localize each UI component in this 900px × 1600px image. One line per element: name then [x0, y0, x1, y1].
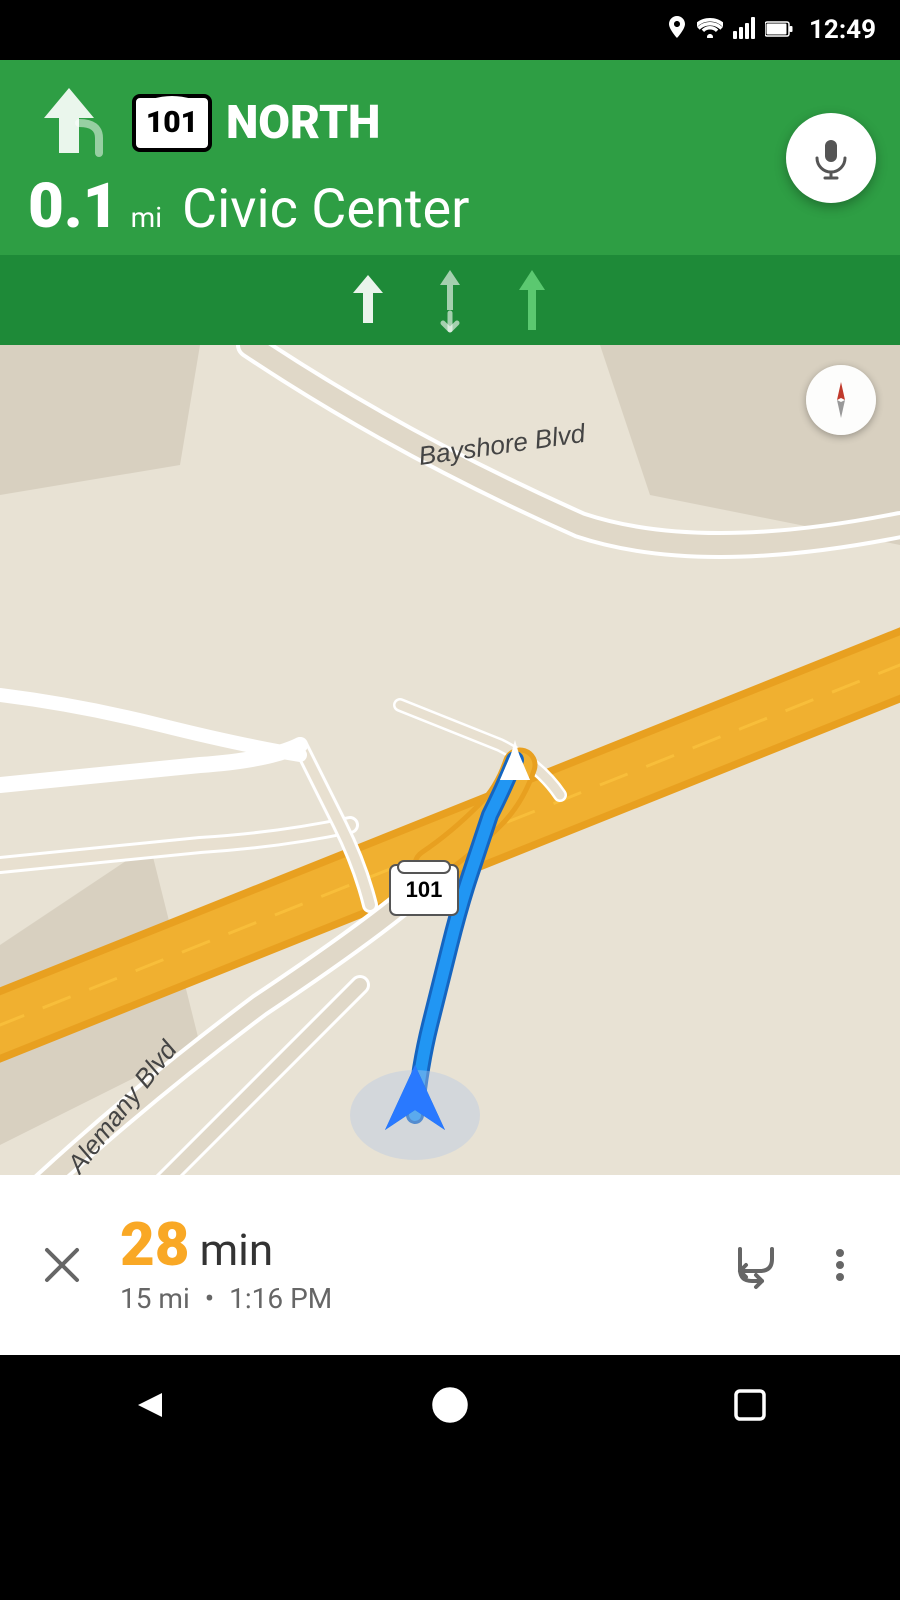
mic-button[interactable]	[786, 113, 876, 203]
close-icon	[41, 1244, 83, 1286]
time-display: 12:49	[809, 15, 876, 45]
nav-header: 101 NORTH 0.1 mi Civic Center	[0, 60, 900, 255]
location-pin-icon	[667, 16, 687, 45]
map-area[interactable]: 101 Bayshore Blvd Alemany Blvd Peralta	[0, 345, 900, 1175]
route-direction: NORTH	[226, 96, 380, 150]
eta-arrival: 1:16 PM	[229, 1282, 332, 1315]
map-svg: 101 Bayshore Blvd Alemany Blvd Peralta	[0, 345, 900, 1175]
eta-info: 28 min 15 mi • 1:16 PM	[120, 1215, 728, 1315]
turn-arrow-icon	[24, 78, 114, 168]
distance-number: 0.1	[28, 176, 119, 238]
more-options-button[interactable]	[812, 1237, 868, 1293]
eta-details: 15 mi • 1:16 PM	[120, 1282, 728, 1315]
bottom-panel: 28 min 15 mi • 1:16 PM	[0, 1175, 900, 1355]
lane-guidance	[0, 255, 900, 345]
compass-button[interactable]	[806, 365, 876, 435]
back-button[interactable]	[120, 1375, 180, 1435]
lane-left-turn-icon	[343, 265, 393, 335]
lane-left-straight-icon	[425, 265, 475, 335]
route-number: 101	[146, 108, 198, 138]
distance-unit: mi	[131, 201, 162, 234]
lane-straight-icon	[507, 265, 557, 335]
route-shield: 101	[132, 94, 212, 152]
eta-distance: 15 mi	[120, 1282, 190, 1315]
android-nav-bar	[0, 1355, 900, 1455]
street-name: Civic Center	[182, 178, 469, 241]
signal-icon	[733, 17, 755, 44]
battery-icon	[765, 18, 793, 42]
alternate-routes-button[interactable]	[728, 1237, 784, 1293]
status-bar: 12:49	[0, 0, 900, 60]
close-button[interactable]	[32, 1235, 92, 1295]
eta-minutes: 28	[120, 1215, 190, 1275]
eta-min-label: min	[200, 1224, 274, 1276]
svg-text:101: 101	[406, 877, 443, 902]
wifi-icon	[697, 18, 723, 43]
home-button[interactable]	[420, 1375, 480, 1435]
highway-badge: 101 NORTH	[132, 94, 380, 152]
eta-separator: •	[205, 1282, 214, 1315]
panel-actions	[728, 1237, 868, 1293]
recents-button[interactable]	[720, 1375, 780, 1435]
